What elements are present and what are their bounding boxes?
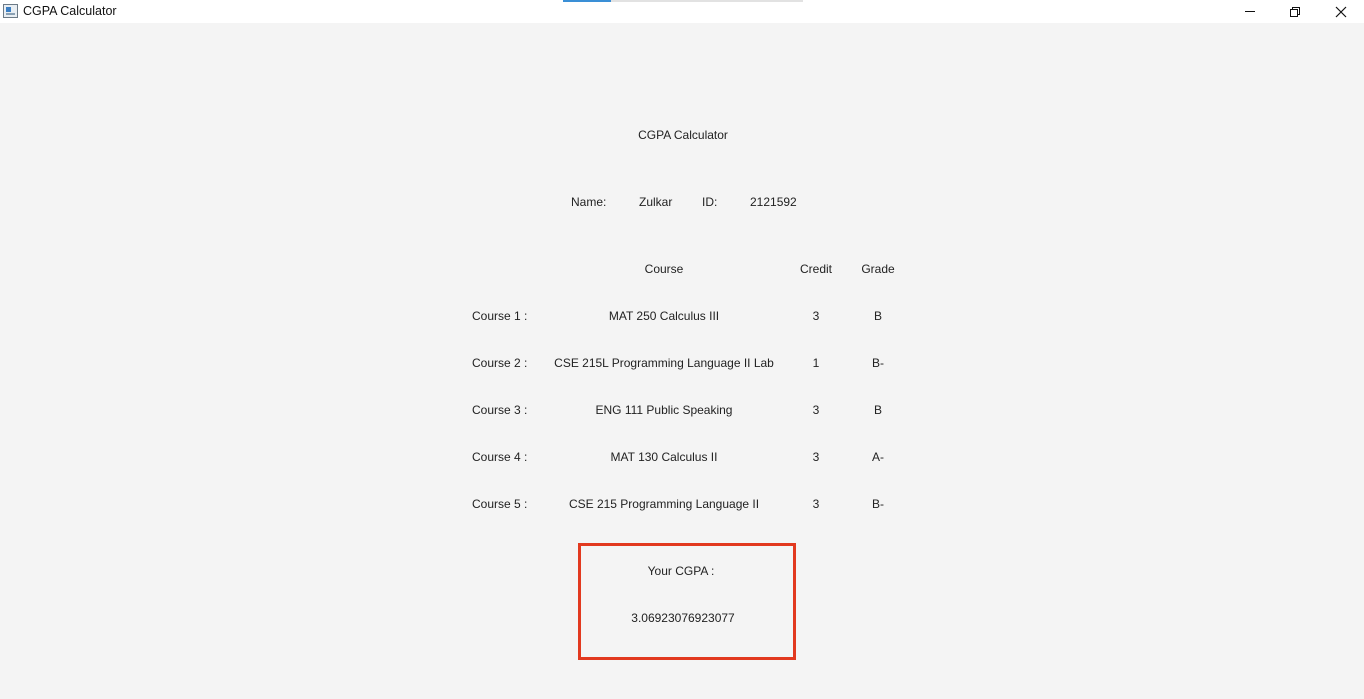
column-header-course: Course [644, 262, 684, 276]
course-credit: 3 [812, 497, 820, 511]
title-bar[interactable]: CGPA Calculator [0, 0, 1364, 23]
close-button[interactable] [1318, 0, 1364, 23]
course-grade: B- [872, 356, 884, 370]
id-value: 2121592 [750, 195, 797, 209]
cgpa-label: Your CGPA : [647, 564, 715, 578]
course-name: ENG 111 Public Speaking [595, 403, 733, 417]
course-row-label: Course 1 : [472, 309, 528, 323]
id-label: ID: [702, 195, 718, 209]
course-credit: 3 [812, 450, 820, 464]
course-name: MAT 250 Calculus III [608, 309, 720, 323]
course-name: CSE 215 Programming Language II [568, 497, 760, 511]
window-title: CGPA Calculator [23, 4, 117, 18]
cgpa-value: 3.06923076923077 [631, 611, 735, 625]
course-name: CSE 215L Programming Language II Lab [554, 356, 774, 370]
course-grade: B [873, 403, 883, 417]
course-grade: A- [872, 450, 884, 464]
app-window: CGPA Calculator CGPA Calculator Name: Zu… [0, 0, 1364, 699]
course-grade: B- [872, 497, 884, 511]
app-icon [3, 4, 18, 18]
minimize-button[interactable] [1227, 0, 1273, 23]
course-row-label: Course 2 : [472, 356, 528, 370]
restore-button[interactable] [1272, 0, 1318, 23]
minimize-icon [1245, 11, 1255, 12]
course-row-label: Course 4 : [472, 450, 528, 464]
restore-icon [1290, 6, 1300, 17]
name-value: Zulkar [639, 195, 673, 209]
column-header-credit: Credit [799, 262, 833, 276]
course-credit: 3 [812, 403, 820, 417]
tab-strip-active [563, 0, 611, 2]
course-name: MAT 130 Calculus II [610, 450, 718, 464]
course-grade: B [873, 309, 883, 323]
course-row-label: Course 5 : [472, 497, 528, 511]
close-icon [1335, 6, 1347, 17]
column-header-grade: Grade [861, 262, 895, 276]
course-credit: 1 [812, 356, 820, 370]
course-credit: 3 [812, 309, 820, 323]
cgpa-highlight-box [578, 543, 796, 660]
page-title: CGPA Calculator [638, 128, 728, 142]
name-label: Name: [571, 195, 607, 209]
course-row-label: Course 3 : [472, 403, 528, 417]
